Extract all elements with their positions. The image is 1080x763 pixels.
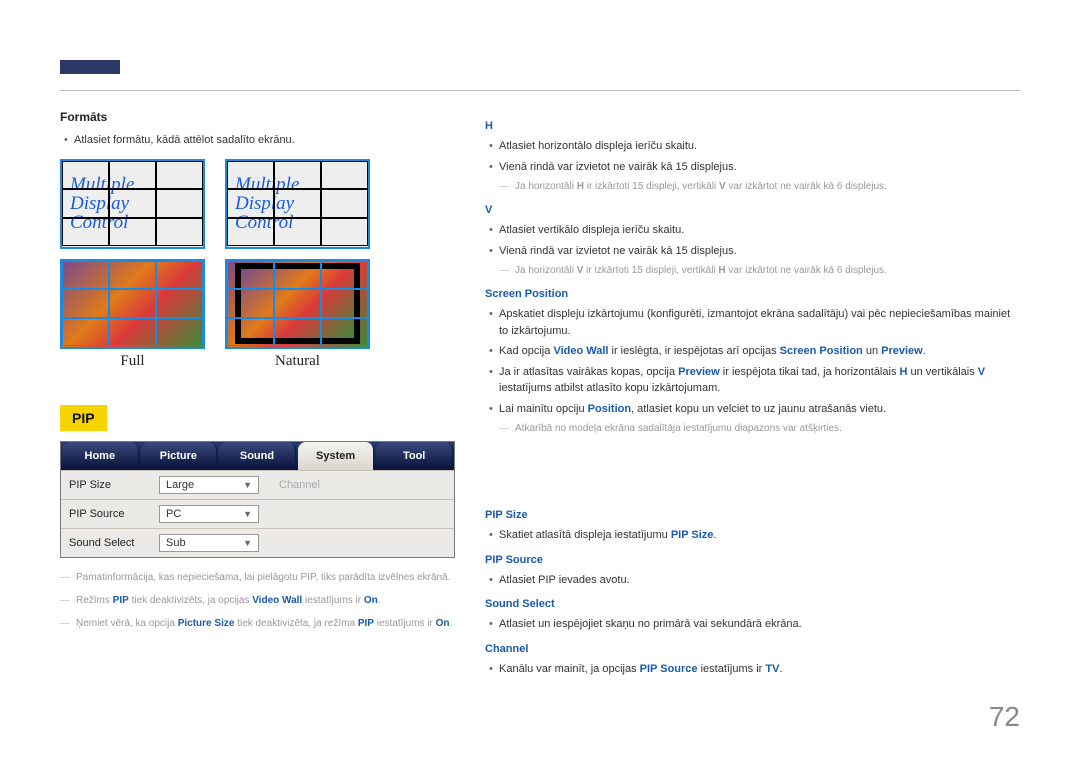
chan-li: Kanālu var mainīt, ja opcijas PIP Source…	[485, 661, 1020, 678]
pip-tabs: Home Picture Sound System Tool	[61, 442, 454, 470]
pip-badge: PIP	[60, 405, 107, 431]
content: Formāts Atlasiet formātu, kādā attēlot s…	[60, 110, 1020, 681]
page-number: 72	[989, 701, 1020, 733]
lbl-sound-select: Sound Select	[69, 537, 159, 549]
sp-li2: Kad opcija Video Wall ir ieslēgta, ir ie…	[485, 343, 1020, 360]
h-heading: H	[485, 120, 1020, 132]
tab-picture[interactable]: Picture	[141, 442, 218, 470]
sel-pip-size[interactable]: Large▼	[159, 476, 259, 494]
flower-row: Full Natural	[60, 259, 455, 370]
tab-tool[interactable]: Tool	[376, 442, 453, 470]
sel-pip-source[interactable]: PC▼	[159, 505, 259, 523]
formats-desc: Atlasiet formātu, kādā attēlot sadalīto …	[60, 132, 455, 149]
right-column: H Atlasiet horizontālo displeja ierīču s…	[485, 110, 1020, 681]
note2: Režīms PIP tiek deaktivizēts, ja opcijas…	[60, 593, 455, 608]
header-accent	[60, 60, 120, 74]
header-rule	[60, 90, 1020, 91]
pip-panel: Home Picture Sound System Tool PIP Size …	[60, 441, 455, 558]
note3: Ņemiet vērā, ka opcija Picture Size tiek…	[60, 616, 455, 631]
row-sound-select: Sound Select Sub▼	[61, 528, 454, 557]
tab-home[interactable]: Home	[62, 442, 139, 470]
flower-natural	[225, 259, 370, 349]
row-pip-source: PIP Source PC▼	[61, 499, 454, 528]
sp-heading: Screen Position	[485, 288, 1020, 300]
sp-note: Atkarībā no modeļa ekrāna sadalītāja ies…	[499, 421, 1020, 436]
mdc-natural: Multiple Display Control	[225, 159, 370, 249]
lbl-pip-size: PIP Size	[69, 479, 159, 491]
sel-sound-select[interactable]: Sub▼	[159, 534, 259, 552]
v-note: Ja horizontāli V ir izkārtoti 15 displej…	[499, 263, 1020, 278]
mdc-row: Multiple Display Control Multiple Displa…	[60, 159, 455, 249]
ssel-li: Atlasiet un iespējojiet skaņu no primārā…	[485, 616, 1020, 633]
caption-natural: Natural	[225, 353, 370, 370]
v-li1: Atlasiet vertikālo displeja ierīču skait…	[485, 222, 1020, 239]
sp-li4: Lai mainītu opciju Position, atlasiet ko…	[485, 401, 1020, 418]
v-heading: V	[485, 204, 1020, 216]
formats-heading: Formāts	[60, 110, 455, 124]
pipsrc-heading: PIP Source	[485, 554, 1020, 566]
v-li2: Vienā rindā var izvietot ne vairāk kā 15…	[485, 243, 1020, 260]
chan-heading: Channel	[485, 643, 1020, 655]
pipsize-li: Skatiet atlasītā displeja iestatījumu PI…	[485, 527, 1020, 544]
left-notes: Pamatinformācija, kas nepieciešama, lai …	[60, 570, 455, 631]
pipsrc-li: Atlasiet PIP ievades avotu.	[485, 572, 1020, 589]
h-li1: Atlasiet horizontālo displeja ierīču ska…	[485, 138, 1020, 155]
mdc-full: Multiple Display Control	[60, 159, 205, 249]
h-li2: Vienā rindā var izvietot ne vairāk kā 15…	[485, 159, 1020, 176]
lbl-pip-source: PIP Source	[69, 508, 159, 520]
chevron-down-icon: ▼	[243, 509, 252, 519]
sp-li1: Apskatiet displeju izkārtojumu (konfigur…	[485, 306, 1020, 339]
caption-full: Full	[60, 353, 205, 370]
lbl-channel: Channel	[279, 479, 369, 491]
chevron-down-icon: ▼	[243, 538, 252, 548]
flower-full	[60, 259, 205, 349]
chevron-down-icon: ▼	[243, 480, 252, 490]
note1: Pamatinformācija, kas nepieciešama, lai …	[60, 570, 455, 585]
row-pip-size: PIP Size Large▼ Channel	[61, 470, 454, 499]
left-column: Formāts Atlasiet formātu, kādā attēlot s…	[60, 110, 455, 681]
tab-system[interactable]: System	[298, 442, 375, 470]
sp-li3: Ja ir atlasītas vairākas kopas, opcija P…	[485, 364, 1020, 397]
pipsize-heading: PIP Size	[485, 509, 1020, 521]
ssel-heading: Sound Select	[485, 598, 1020, 610]
h-note: Ja horizontāli H ir izkārtoti 15 displej…	[499, 179, 1020, 194]
tab-sound[interactable]: Sound	[219, 442, 296, 470]
